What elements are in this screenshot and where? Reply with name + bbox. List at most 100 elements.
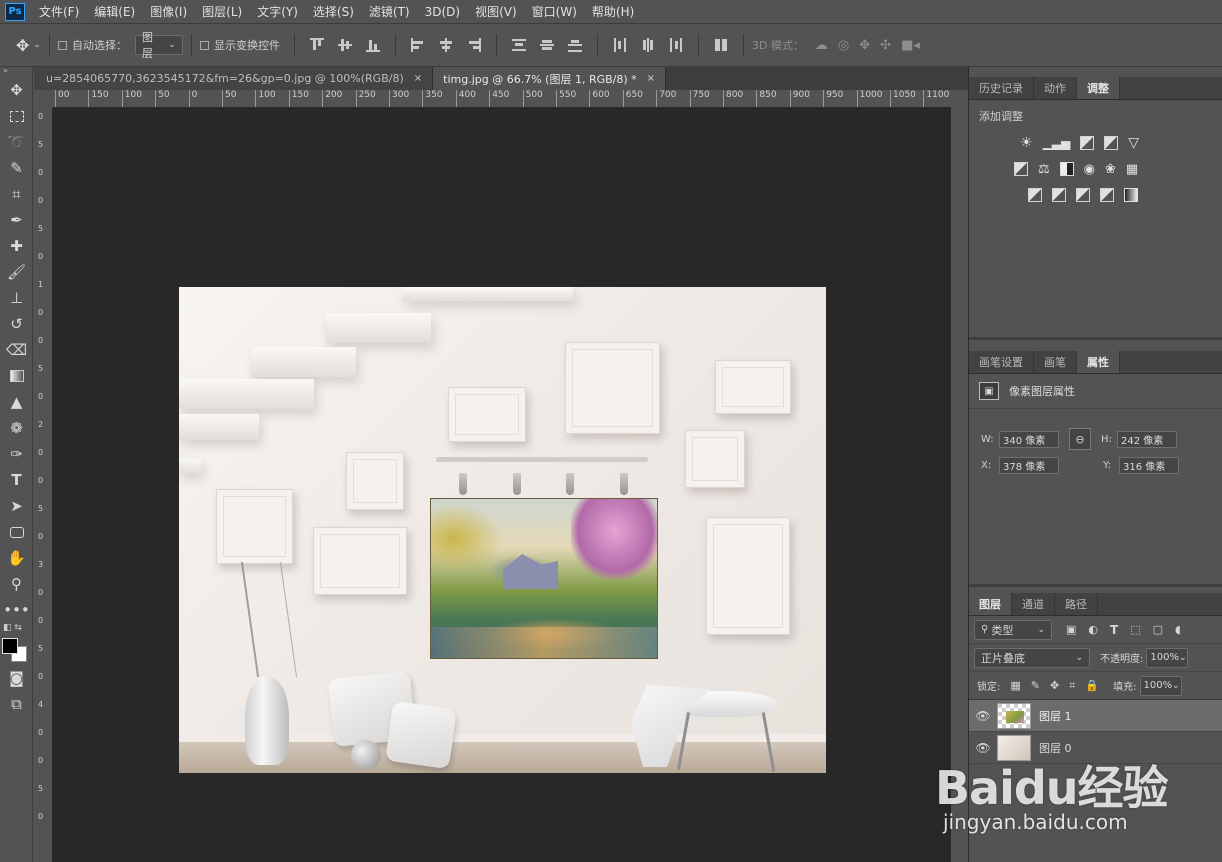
- color-lookup-icon[interactable]: ▦: [1126, 162, 1138, 177]
- landscape-painting[interactable]: [430, 498, 658, 659]
- foreground-color[interactable]: [2, 638, 18, 654]
- marquee-tool-icon[interactable]: [0, 103, 33, 129]
- 3d-pan-icon[interactable]: ✥: [859, 38, 870, 53]
- tab-paths[interactable]: 路径: [1055, 593, 1098, 615]
- filter-shape-icon[interactable]: ⬚: [1130, 623, 1140, 636]
- eraser-tool-icon[interactable]: ⌫: [0, 337, 33, 363]
- tab-document-1[interactable]: u=2854065770,3623545172&fm=26&gp=0.jpg @…: [34, 67, 434, 90]
- type-tool-icon[interactable]: T: [0, 467, 33, 493]
- quick-select-tool-icon[interactable]: ✎: [0, 155, 33, 181]
- filter-adjustment-icon[interactable]: ◐: [1088, 623, 1098, 636]
- selective-color-icon[interactable]: [1100, 188, 1114, 202]
- crop-tool-icon[interactable]: ⌗: [0, 181, 33, 207]
- filter-type-icon[interactable]: T: [1110, 623, 1118, 637]
- exposure-icon[interactable]: [1104, 136, 1119, 150]
- panel-collapse-icon[interactable]: »: [0, 67, 32, 77]
- lock-artboard-icon[interactable]: ⌗: [1069, 679, 1075, 693]
- curves-icon[interactable]: [1080, 136, 1095, 150]
- tab-properties[interactable]: 属性: [1077, 351, 1120, 373]
- vibrance-icon[interactable]: ▽: [1128, 135, 1139, 151]
- levels-icon[interactable]: ▁▃▅: [1043, 136, 1071, 150]
- threshold-icon[interactable]: [1076, 188, 1090, 202]
- menu-edit[interactable]: 编辑(E): [94, 3, 135, 20]
- zoom-tool-icon[interactable]: ⚲: [0, 571, 33, 597]
- align-top-icon[interactable]: [309, 38, 324, 52]
- eyedropper-tool-icon[interactable]: ✒: [0, 207, 33, 233]
- horizontal-ruler[interactable]: 00 150 100 50 0 50 100 150 200 250 300 350 400 450 500…: [53, 90, 968, 108]
- lasso-tool-icon[interactable]: ➰: [0, 129, 33, 155]
- invert-icon[interactable]: [1028, 188, 1042, 202]
- align-hcenter-icon[interactable]: [439, 38, 453, 52]
- eye-icon[interactable]: 👁: [969, 741, 997, 755]
- shape-tool-icon[interactable]: [0, 519, 33, 545]
- x-field[interactable]: 378 像素: [999, 457, 1059, 474]
- menu-help[interactable]: 帮助(H): [592, 3, 634, 20]
- filter-toggle-icon[interactable]: ◖: [1175, 623, 1181, 636]
- gradient-tool-icon[interactable]: [0, 363, 33, 389]
- 3d-slide-icon[interactable]: ✣: [880, 38, 891, 53]
- filter-pixel-icon[interactable]: ▣: [1066, 623, 1076, 636]
- 3d-orbit-icon[interactable]: ☁: [815, 38, 828, 53]
- channel-mixer-icon[interactable]: ❀: [1105, 162, 1116, 177]
- menu-layer[interactable]: 图层(L): [202, 3, 242, 20]
- blend-mode-dropdown[interactable]: 正片叠底 ⌄: [974, 647, 1090, 668]
- opacity-field[interactable]: 100% ⌄: [1146, 647, 1189, 668]
- more-tools-icon[interactable]: •••: [0, 597, 33, 623]
- color-swatches[interactable]: [0, 635, 32, 665]
- align-right-icon[interactable]: [467, 38, 481, 52]
- tab-brush[interactable]: 画笔: [1034, 351, 1077, 373]
- screen-mode-icon[interactable]: ⧉: [0, 691, 33, 717]
- tab-actions[interactable]: 动作: [1034, 77, 1077, 99]
- width-field[interactable]: 340 像素: [999, 430, 1059, 448]
- healing-brush-tool-icon[interactable]: ✚: [0, 233, 33, 259]
- tab-history[interactable]: 历史记录: [969, 77, 1034, 99]
- link-icon[interactable]: ⊖: [1069, 428, 1091, 450]
- history-brush-tool-icon[interactable]: ↺: [0, 311, 33, 337]
- 3d-scale-icon[interactable]: ■◂: [901, 38, 920, 53]
- lock-transparency-icon[interactable]: ▦: [1010, 679, 1020, 692]
- tab-brush-settings[interactable]: 画笔设置: [969, 351, 1034, 373]
- menu-3d[interactable]: 3D(D): [425, 5, 460, 19]
- move-tool-preset-icon[interactable]: ✥: [16, 36, 29, 55]
- menu-image[interactable]: 图像(I): [150, 3, 187, 20]
- layer-row-0[interactable]: 👁 图层 0: [969, 732, 1222, 764]
- distribute-left-icon[interactable]: [613, 38, 627, 52]
- blur-tool-icon[interactable]: ▲: [0, 389, 33, 415]
- layer-row-1[interactable]: 👁 图层 1: [969, 700, 1222, 732]
- quick-mask-icon[interactable]: ◙: [0, 665, 33, 691]
- auto-align-icon[interactable]: [714, 38, 728, 52]
- black-white-icon[interactable]: [1059, 162, 1074, 176]
- stamp-tool-icon[interactable]: ⊥: [0, 285, 33, 311]
- default-colors-icon[interactable]: ◧ ⇆: [0, 623, 32, 635]
- menu-file[interactable]: 文件(F): [39, 3, 79, 20]
- brightness-icon[interactable]: ☀: [1020, 135, 1033, 151]
- align-bottom-icon[interactable]: [365, 38, 380, 52]
- menu-type[interactable]: 文字(Y): [257, 3, 298, 20]
- document-image[interactable]: [179, 287, 826, 773]
- vertical-scrollbar[interactable]: [951, 90, 968, 862]
- menu-select[interactable]: 选择(S): [313, 3, 354, 20]
- menu-window[interactable]: 窗口(W): [532, 3, 577, 20]
- tab-layers[interactable]: 图层: [969, 593, 1012, 615]
- close-icon[interactable]: ×: [647, 73, 655, 84]
- show-transform-checkbox[interactable]: [199, 40, 209, 50]
- height-field[interactable]: 242 像素: [1117, 430, 1177, 448]
- chevron-down-icon[interactable]: ⌄: [33, 40, 41, 50]
- gradient-map-icon[interactable]: [1124, 188, 1138, 202]
- color-balance-icon[interactable]: ⚖: [1038, 162, 1050, 177]
- lock-position-icon[interactable]: ✥: [1050, 679, 1059, 692]
- menu-view[interactable]: 视图(V): [475, 3, 517, 20]
- filter-smart-object-icon[interactable]: ▢: [1153, 623, 1163, 636]
- lock-pixels-icon[interactable]: ✎: [1031, 679, 1040, 692]
- layer-filter-dropdown[interactable]: ⚲ 类型 ⌄: [974, 619, 1052, 640]
- photo-filter-icon[interactable]: ◉: [1084, 162, 1095, 177]
- menu-filter[interactable]: 滤镜(T): [369, 3, 410, 20]
- hand-tool-icon[interactable]: ✋: [0, 545, 33, 571]
- align-vcenter-icon[interactable]: [337, 38, 352, 52]
- close-icon[interactable]: ×: [414, 73, 422, 84]
- distribute-hcenter-icon[interactable]: [641, 38, 655, 52]
- distribute-bottom-icon[interactable]: [567, 38, 582, 52]
- distribute-vcenter-icon[interactable]: [539, 38, 554, 52]
- tab-channels[interactable]: 通道: [1012, 593, 1055, 615]
- photoshop-logo-icon[interactable]: Ps: [5, 2, 25, 21]
